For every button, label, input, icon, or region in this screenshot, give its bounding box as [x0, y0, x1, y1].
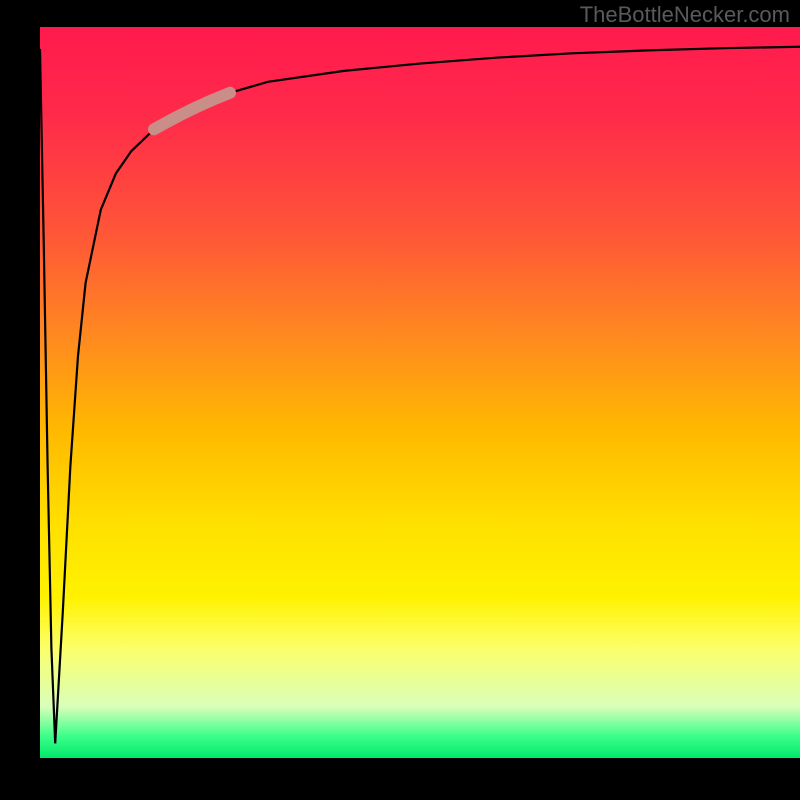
watermark-text: TheBottleNecker.com — [580, 2, 790, 28]
chart-plot-area — [40, 27, 800, 758]
chart-svg — [40, 27, 800, 758]
curve-highlight-pill — [154, 93, 230, 130]
bottleneck-curve — [40, 47, 800, 744]
